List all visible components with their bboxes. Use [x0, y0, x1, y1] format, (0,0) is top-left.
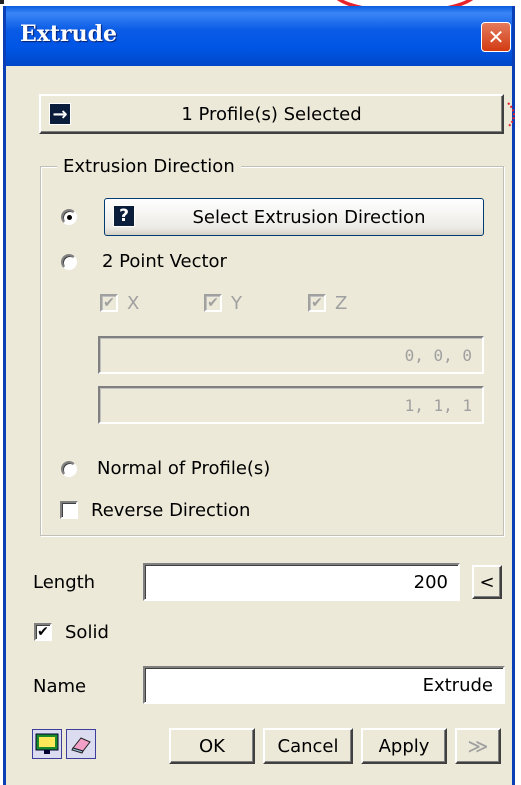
checkbox-y-label: Y	[231, 293, 242, 314]
length-label: Length	[33, 572, 96, 593]
reverse-direction-label: Reverse Direction	[91, 500, 251, 521]
apply-button[interactable]: Apply	[361, 728, 447, 764]
extrude-dialog: Extrude ✕ → 1 Profile(s) Selected Extrus…	[3, 6, 515, 785]
checkbox-y[interactable]: ✔	[204, 294, 222, 312]
reverse-direction-checkbox[interactable]	[60, 501, 78, 519]
close-button[interactable]: ✕	[481, 22, 511, 52]
radio-normal-of-profiles[interactable]	[61, 461, 77, 477]
eraser-icon[interactable]	[66, 729, 96, 759]
profile-selection-label: 1 Profile(s) Selected	[181, 103, 362, 125]
group-title: Extrusion Direction	[57, 156, 241, 177]
radio-select-extrusion-direction[interactable]	[61, 209, 77, 225]
length-pick-button[interactable]: <	[472, 565, 502, 599]
preview-icon[interactable]	[32, 729, 62, 759]
radio-2-point-vector[interactable]	[61, 254, 77, 270]
cancel-button[interactable]: Cancel	[263, 728, 353, 764]
length-input[interactable]: 200	[143, 563, 460, 601]
close-icon: ✕	[487, 25, 505, 49]
red-dotted-callout-icon	[507, 102, 515, 128]
question-mark-icon: ?	[113, 205, 135, 227]
select-extrusion-direction-label: Select Extrusion Direction	[192, 206, 426, 228]
point-1-field[interactable]: 0, 0, 0	[98, 336, 484, 374]
checkbox-z[interactable]: ✔	[308, 294, 326, 312]
more-options-button[interactable]: ≫	[455, 728, 501, 764]
ok-button[interactable]: OK	[169, 728, 255, 764]
name-input[interactable]: Extrude	[143, 666, 505, 704]
two-point-vector-label: 2 Point Vector	[102, 251, 227, 272]
checkbox-z-label: Z	[335, 293, 348, 314]
point-2-field[interactable]: 1, 1, 1	[98, 386, 484, 424]
select-extrusion-direction-button[interactable]: ? Select Extrusion Direction	[104, 198, 484, 236]
checkbox-x[interactable]: ✔	[100, 294, 118, 312]
name-label: Name	[33, 676, 87, 697]
checkbox-x-label: X	[127, 293, 140, 314]
window-title: Extrude	[20, 21, 118, 47]
title-bar[interactable]: Extrude ✕	[6, 6, 512, 66]
profile-selection-button[interactable]: → 1 Profile(s) Selected	[39, 94, 504, 134]
arrow-right-icon: →	[49, 103, 71, 125]
solid-checkbox[interactable]: ✔	[34, 623, 52, 641]
corner-mark	[0, 0, 4, 4]
normal-of-profiles-label: Normal of Profile(s)	[97, 458, 271, 479]
solid-label: Solid	[65, 622, 109, 643]
